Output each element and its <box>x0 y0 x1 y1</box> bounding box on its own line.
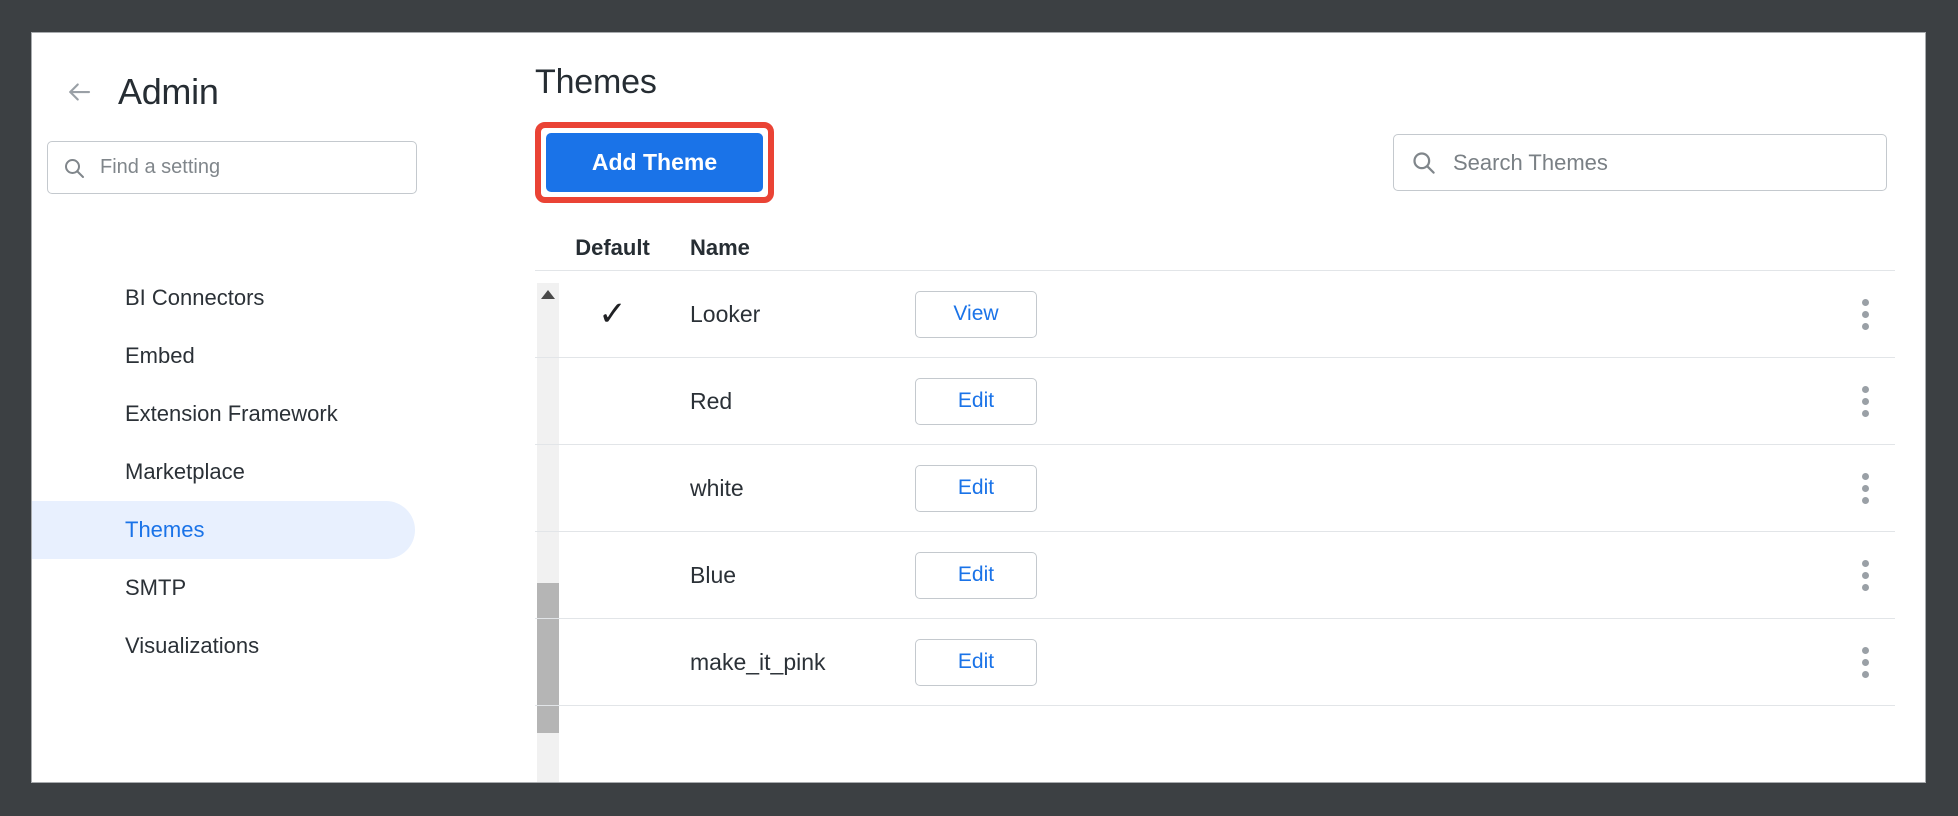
sidebar-item-label: Visualizations <box>125 633 259 659</box>
find-setting-input[interactable] <box>100 156 402 179</box>
search-icon <box>1410 149 1437 176</box>
table-header-row: Default Name <box>535 225 1895 271</box>
kebab-menu-icon[interactable] <box>1856 554 1875 597</box>
themes-actions-row: Add Theme <box>535 122 1925 203</box>
table-row: white Edit <box>535 445 1895 532</box>
theme-name: Red <box>690 388 915 415</box>
sidebar-item-themes[interactable]: Themes <box>32 501 415 559</box>
kebab-menu-icon[interactable] <box>1856 293 1875 336</box>
default-check-icon: ✓ <box>535 297 690 331</box>
sidebar-item-label: Extension Framework <box>125 401 338 427</box>
admin-header: Admin <box>32 33 502 125</box>
theme-name: make_it_pink <box>690 649 915 676</box>
search-themes-box[interactable] <box>1393 134 1887 191</box>
table-row: Red Edit <box>535 358 1895 445</box>
admin-sidebar: Admin BI Connectors Embed Extension <box>32 33 502 782</box>
sidebar-item-extension-framework[interactable]: Extension Framework <box>32 385 472 443</box>
add-theme-button[interactable]: Add Theme <box>546 133 763 192</box>
back-arrow-icon[interactable] <box>60 73 98 111</box>
search-icon <box>62 156 86 180</box>
edit-theme-button[interactable]: Edit <box>915 552 1037 599</box>
sidebar-item-embed[interactable]: Embed <box>32 327 472 385</box>
theme-name: white <box>690 475 915 502</box>
view-theme-button[interactable]: View <box>915 291 1037 338</box>
table-row: Blue Edit <box>535 532 1895 619</box>
find-setting-search-box[interactable] <box>47 141 417 194</box>
edit-theme-button[interactable]: Edit <box>915 639 1037 686</box>
kebab-menu-icon[interactable] <box>1856 641 1875 684</box>
sidebar-item-label: Embed <box>125 343 195 369</box>
table-row: make_it_pink Edit <box>535 619 1895 706</box>
column-header-name: Name <box>690 235 915 261</box>
sidebar-item-label: SMTP <box>125 575 186 601</box>
search-themes-input[interactable] <box>1453 150 1870 176</box>
sidebar-nav-scroll-area: BI Connectors Embed Extension Framework … <box>32 283 502 782</box>
column-header-default: Default <box>535 235 690 261</box>
edit-theme-button[interactable]: Edit <box>915 465 1037 512</box>
sidebar-item-visualizations[interactable]: Visualizations <box>32 617 472 675</box>
kebab-menu-icon[interactable] <box>1856 380 1875 423</box>
sidebar-nav-list: BI Connectors Embed Extension Framework … <box>32 283 472 675</box>
sidebar-item-label: Marketplace <box>125 459 245 485</box>
table-row: ✓ Looker View <box>535 271 1895 358</box>
add-theme-highlight-box: Add Theme <box>535 122 774 203</box>
sidebar-item-label: Themes <box>125 517 204 543</box>
sidebar-item-label: BI Connectors <box>125 285 264 311</box>
page-title-themes: Themes <box>535 33 1925 102</box>
themes-table: Default Name ✓ Looker View <box>535 225 1925 706</box>
kebab-menu-icon[interactable] <box>1856 467 1875 510</box>
themes-main-pane: Themes Add Theme Default Name <box>502 33 1925 782</box>
sidebar-item-marketplace[interactable]: Marketplace <box>32 443 472 501</box>
theme-name: Looker <box>690 301 915 328</box>
sidebar-item-smtp[interactable]: SMTP <box>32 559 472 617</box>
admin-window: Admin BI Connectors Embed Extension <box>31 32 1926 783</box>
edit-theme-button[interactable]: Edit <box>915 378 1037 425</box>
theme-name: Blue <box>690 562 915 589</box>
page-title-admin: Admin <box>118 71 219 113</box>
sidebar-item-bi-connectors[interactable]: BI Connectors <box>32 283 472 327</box>
